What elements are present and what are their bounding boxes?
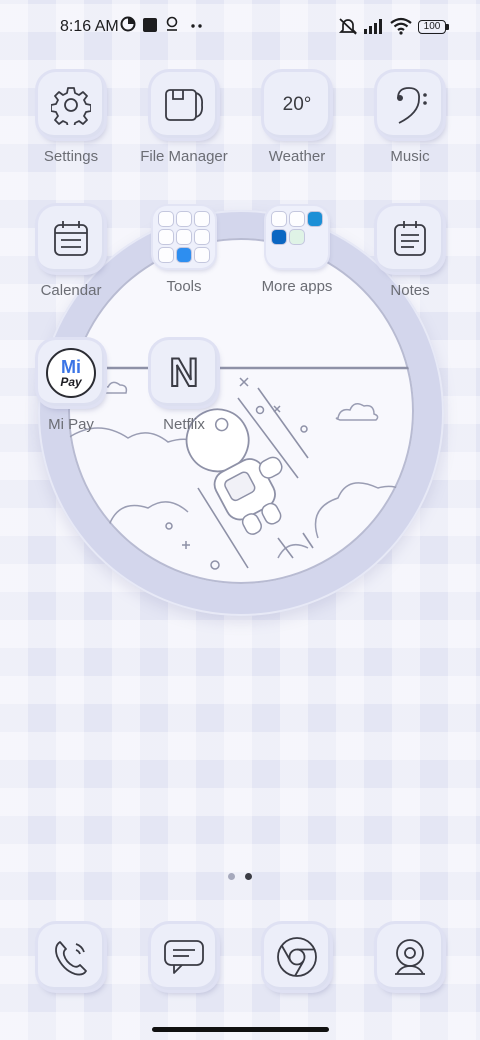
folder-tools[interactable]: Tools	[128, 206, 240, 295]
app-label: Notes	[390, 282, 430, 299]
weather-temperature: 20°	[282, 94, 312, 115]
more-apps-folder-grid[interactable]	[266, 206, 328, 268]
more-dots-icon	[191, 24, 202, 28]
home-gesture-bar[interactable]	[152, 1027, 329, 1032]
app-calendar[interactable]: Calendar	[15, 206, 127, 299]
phone-icon	[55, 941, 87, 976]
calendar-icon	[54, 221, 88, 256]
app-label: Mi Pay	[48, 416, 94, 433]
clock-mini-icon	[195, 212, 209, 226]
camera-tile[interactable]	[377, 924, 443, 990]
linkedin-mini-icon	[272, 230, 286, 244]
file-manager-tile[interactable]	[151, 72, 217, 138]
gear-icon	[51, 87, 91, 125]
app-mini-icon	[272, 212, 286, 226]
signal-icon	[364, 19, 382, 34]
messages-icon	[164, 940, 204, 974]
muted-bell-icon	[338, 18, 358, 35]
app-settings[interactable]: Settings	[15, 72, 127, 165]
music-tile[interactable]	[377, 72, 443, 138]
netflix-logo-icon: N	[169, 351, 200, 395]
app-netflix[interactable]: N Netflix	[128, 340, 240, 433]
netflix-tile[interactable]: N	[151, 340, 217, 406]
app-notes[interactable]: Notes	[354, 206, 466, 299]
app-mi-pay[interactable]: Mi Pay Mi Pay	[15, 340, 127, 433]
dock-phone[interactable]	[15, 924, 127, 990]
app-file-manager[interactable]: File Manager	[128, 72, 240, 165]
dock-messages[interactable]	[128, 924, 240, 990]
messages-tile[interactable]	[151, 924, 217, 990]
app-label: Netflix	[163, 416, 205, 433]
settings-tile[interactable]	[38, 72, 104, 138]
mi-pay-pay: Pay	[60, 375, 82, 389]
bass-clef-icon	[397, 87, 427, 124]
browser-mini-icon	[177, 248, 191, 262]
recycle-mini-icon	[290, 230, 304, 244]
dock-chrome[interactable]	[241, 924, 353, 990]
camera-icon	[395, 939, 425, 975]
notes-icon	[394, 221, 426, 256]
phone-tile[interactable]	[38, 924, 104, 990]
page-dot-1[interactable]	[228, 873, 235, 880]
battery-tip	[446, 24, 449, 30]
page-dot-2-active[interactable]	[245, 873, 252, 880]
battery-level: 100	[423, 21, 441, 32]
app-label: Music	[390, 148, 430, 165]
app-label: Weather	[268, 148, 326, 165]
recorder-mini-icon	[159, 230, 173, 244]
folder-icon	[165, 89, 204, 121]
folder-more-apps[interactable]: More apps	[241, 206, 353, 295]
square-notification-icon	[143, 18, 157, 32]
files-mini-icon	[177, 212, 191, 226]
globe-mini-icon	[308, 212, 322, 226]
dock-camera[interactable]	[354, 924, 466, 990]
wifi-icon	[390, 17, 412, 35]
folder-label: Tools	[166, 278, 202, 295]
mi-pay-mi: Mi	[61, 357, 81, 377]
calculator-mini-icon	[177, 230, 191, 244]
mi-pay-logo: Mi Pay	[46, 348, 96, 398]
notes-tile[interactable]	[377, 206, 443, 272]
status-bar: 8:16 AM 100	[0, 0, 480, 56]
tools-folder-grid[interactable]	[153, 206, 215, 268]
scanner-mini-icon	[159, 248, 173, 262]
data-saver-icon	[120, 16, 136, 32]
folder-label: More apps	[261, 278, 333, 295]
app-label: Settings	[43, 148, 99, 165]
app-label: File Manager	[140, 148, 228, 165]
location-pin-icon	[166, 16, 178, 31]
download-mini-icon	[195, 248, 209, 262]
contacts-mini-icon	[159, 212, 173, 226]
chrome-icon	[277, 937, 317, 977]
mi-pay-tile[interactable]: Mi Pay	[38, 340, 104, 406]
calendar-tile[interactable]	[38, 206, 104, 272]
battery-icon: 100	[418, 20, 446, 34]
chrome-tile[interactable]	[264, 924, 330, 990]
status-time: 8:16 AM	[60, 18, 119, 35]
app-music[interactable]: Music	[354, 72, 466, 165]
app-weather[interactable]: 20° Weather	[241, 72, 353, 165]
app-label: Calendar	[40, 282, 102, 299]
facebook-mini-icon	[290, 212, 304, 226]
folder-mini-icon	[195, 230, 209, 244]
weather-tile[interactable]: 20°	[264, 72, 330, 138]
